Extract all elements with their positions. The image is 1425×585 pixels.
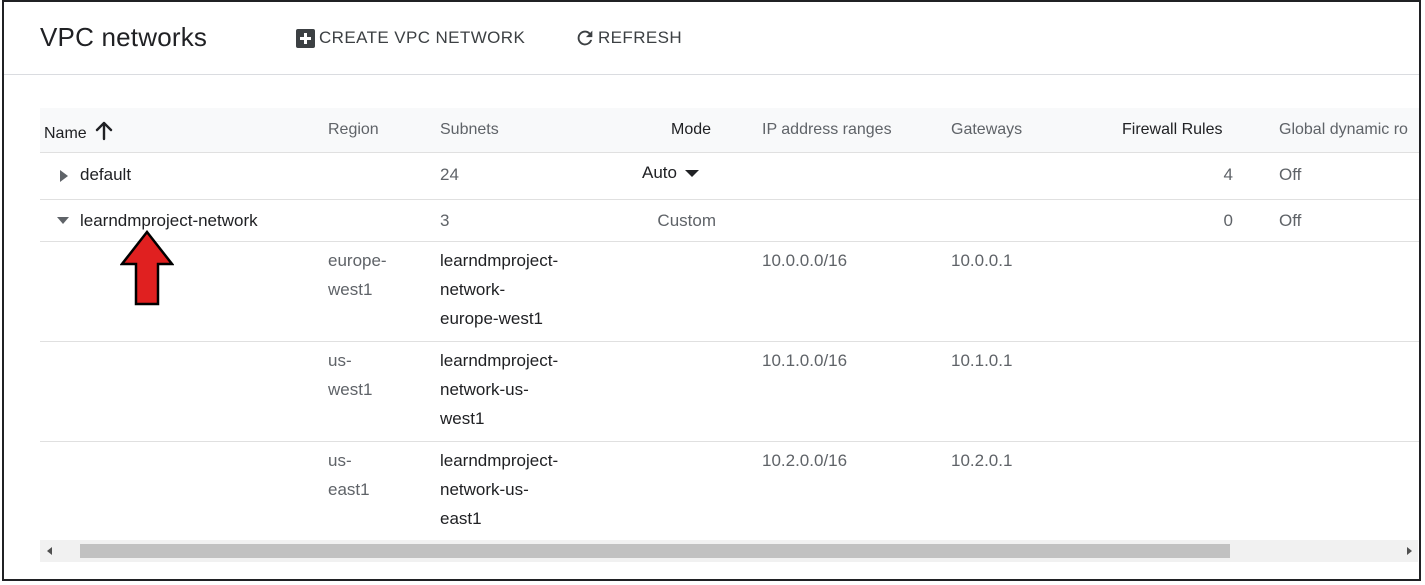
subnet-region-line: west1 (328, 280, 373, 299)
subnet-region-line: us- (328, 351, 352, 370)
column-header-mode[interactable]: Mode (671, 121, 711, 139)
mode-dropdown-value: Auto (642, 163, 677, 182)
create-vpc-network-button[interactable]: CREATE VPC NETWORK (296, 24, 525, 52)
table-row[interactable]: learndmproject-network 3 Custom 0 Off (40, 200, 1419, 242)
subnet-name-link[interactable]: learndmproject- network-us- east1 (440, 446, 558, 533)
network-subnets-count: 24 (440, 165, 459, 184)
caret-down-icon[interactable] (56, 216, 70, 225)
network-mode: Custom (657, 211, 716, 230)
vpc-networks-table: Name Region Subnets Mode IP address rang… (40, 108, 1419, 540)
column-header-firewall-rules[interactable]: Firewall Rules (1122, 121, 1222, 139)
subnet-region-line: west1 (328, 380, 373, 399)
network-subnets-count: 3 (440, 211, 450, 230)
mode-dropdown[interactable]: Auto (642, 163, 699, 183)
add-box-icon (296, 28, 315, 48)
subnet-ip-range: 10.0.0.0/16 (762, 251, 848, 270)
column-header-region[interactable]: Region (328, 121, 379, 139)
subnet-region-line: us- (328, 451, 352, 470)
red-arrow-up-icon (120, 230, 174, 306)
subnet-region: europe- west1 (328, 246, 387, 304)
page-title: VPC networks (40, 22, 208, 52)
column-header-global-dynamic-routing[interactable]: Global dynamic ro (1279, 121, 1408, 139)
subnet-name-line: learndmproject- (440, 451, 559, 470)
network-global-dynamic-routing: Off (1279, 165, 1302, 184)
column-header-subnets[interactable]: Subnets (440, 121, 499, 139)
subnet-name-link[interactable]: learndmproject- network- europe-west1 (440, 246, 558, 333)
network-name[interactable]: default (80, 160, 131, 189)
scroll-right-icon[interactable] (1400, 540, 1418, 562)
subnet-row: europe- west1 learndmproject- network- e… (40, 242, 1419, 342)
network-firewall-rules: 0 (1223, 211, 1233, 230)
subnet-row: us- east1 learndmproject- network-us- ea… (40, 442, 1419, 540)
subnet-name-line: learndmproject- (440, 251, 559, 270)
subnet-region: us- west1 (328, 346, 372, 404)
subnet-name-line: europe-west1 (440, 309, 544, 328)
subnet-gateway: 10.1.0.1 (951, 351, 1013, 370)
column-header-name-label: Name (44, 125, 87, 142)
column-header-ip-address-ranges[interactable]: IP address ranges (762, 121, 892, 139)
subnet-name-line: network-us- (440, 380, 529, 399)
subnet-region-line: europe- (328, 251, 387, 270)
subnet-name-line: network-us- (440, 480, 529, 499)
subnet-ip-range: 10.2.0.0/16 (762, 451, 848, 470)
subnet-name-line: learndmproject- (440, 351, 559, 370)
column-header-name[interactable]: Name (44, 121, 113, 143)
table-row[interactable]: default 24 Auto 4 Off (40, 153, 1419, 200)
scroll-left-icon[interactable] (40, 540, 58, 562)
network-firewall-rules: 4 (1223, 165, 1233, 184)
subnet-gateway: 10.0.0.1 (951, 251, 1013, 270)
subnet-gateway: 10.2.0.1 (951, 451, 1013, 470)
scrollbar-thumb[interactable] (80, 544, 1230, 558)
refresh-icon (574, 27, 596, 49)
subnet-ip-range: 10.1.0.0/16 (762, 351, 848, 370)
vpc-networks-page: VPC networks CREATE VPC NETWORK REFRESH … (2, 0, 1421, 581)
caret-down-icon (684, 169, 699, 177)
subnet-region-line: east1 (328, 480, 370, 499)
create-vpc-network-label: CREATE VPC NETWORK (319, 28, 526, 47)
page-header: VPC networks CREATE VPC NETWORK REFRESH (4, 2, 1419, 75)
table-header: Name Region Subnets Mode IP address rang… (40, 108, 1419, 153)
horizontal-scrollbar[interactable] (40, 540, 1418, 562)
caret-right-icon[interactable] (59, 169, 69, 183)
refresh-label: REFRESH (598, 28, 683, 47)
subnet-row: us- west1 learndmproject- network-us- we… (40, 342, 1419, 442)
subnet-name-line: east1 (440, 509, 482, 528)
arrow-up-icon[interactable] (95, 121, 113, 141)
subnet-region: us- east1 (328, 446, 370, 504)
subnet-name-line: west1 (440, 409, 485, 428)
subnet-name-line: network- (440, 280, 506, 299)
network-global-dynamic-routing: Off (1279, 211, 1302, 230)
subnet-name-link[interactable]: learndmproject- network-us- west1 (440, 346, 558, 433)
refresh-button[interactable]: REFRESH (574, 24, 682, 52)
column-header-gateways[interactable]: Gateways (951, 121, 1022, 139)
